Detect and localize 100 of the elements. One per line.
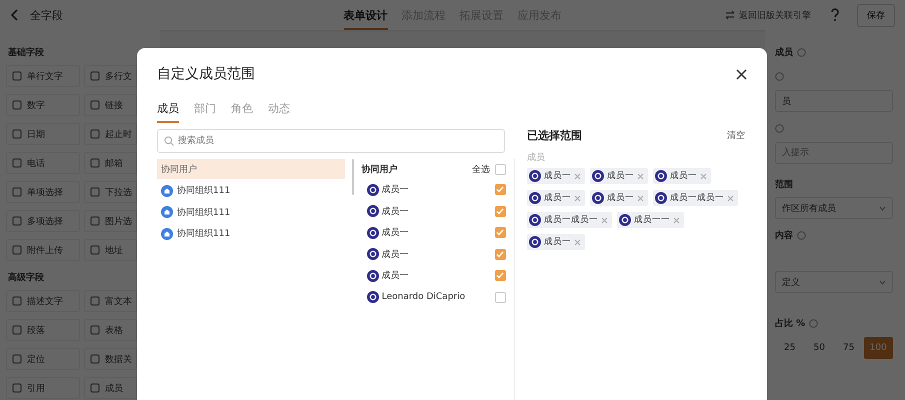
- remove-icon[interactable]: [673, 216, 680, 224]
- field-type-item[interactable]: 邮箱: [84, 152, 137, 174]
- avatar-icon: [529, 214, 541, 226]
- field-type-item[interactable]: 图片选: [84, 210, 137, 232]
- member-tag: 成员一: [590, 190, 648, 206]
- member-tag: 成员一: [653, 168, 711, 184]
- field-icon: [90, 245, 100, 255]
- remove-icon[interactable]: [574, 238, 581, 246]
- caret-icon: [879, 280, 886, 284]
- member-name: 成员一: [382, 226, 409, 240]
- group-item[interactable]: 协同组织111: [157, 180, 345, 200]
- checkbox[interactable]: [494, 292, 506, 303]
- dialog-tab[interactable]: 动态: [268, 99, 290, 123]
- field-type-item[interactable]: 数字: [6, 94, 80, 116]
- field-icon: [90, 71, 100, 81]
- field-type-item[interactable]: 富文本: [84, 290, 137, 312]
- field-icon: [90, 158, 100, 168]
- range-select[interactable]: 作区所有成员: [775, 197, 893, 219]
- field-icon: [90, 383, 100, 393]
- field-type-item[interactable]: 链接: [84, 94, 137, 116]
- avatar-icon: [366, 248, 379, 260]
- info-icon: [809, 318, 818, 328]
- field-icon: [90, 354, 100, 364]
- clear-link[interactable]: 清空: [727, 128, 745, 142]
- field-type-item[interactable]: 多行文: [84, 65, 137, 87]
- select-all-label[interactable]: 全选: [472, 162, 490, 176]
- field-type-item[interactable]: 定位: [6, 348, 80, 370]
- swap-icon: [725, 10, 735, 20]
- field-type-item[interactable]: 描述文字: [6, 290, 80, 312]
- field-type-item[interactable]: 地址: [84, 239, 137, 261]
- dialog-tab[interactable]: 部门: [194, 99, 216, 123]
- scrollbar-thumb[interactable]: [352, 159, 354, 195]
- dialog-tab[interactable]: 成员: [157, 99, 179, 123]
- checkbox[interactable]: [494, 184, 506, 196]
- checkbox[interactable]: [494, 206, 506, 217]
- checkbox[interactable]: [494, 270, 506, 282]
- remove-icon[interactable]: [727, 194, 734, 202]
- remove-icon[interactable]: [637, 172, 644, 180]
- title-field[interactable]: 员: [775, 90, 893, 112]
- checkbox[interactable]: [494, 227, 506, 238]
- organization-icon: [161, 184, 173, 196]
- back-icon: [10, 9, 20, 21]
- close-icon[interactable]: [736, 68, 747, 80]
- field-icon: [12, 383, 22, 393]
- dialog-title: 自定义成员范围: [157, 65, 255, 83]
- remove-icon[interactable]: [700, 172, 707, 180]
- checkbox[interactable]: [494, 164, 506, 174]
- field-type-item[interactable]: 表格: [84, 319, 137, 341]
- member-tag: 成员一: [527, 234, 585, 250]
- search-field[interactable]: 搜索成员: [157, 129, 505, 153]
- ratio-option[interactable]: 75: [834, 337, 864, 359]
- group-item[interactable]: 协同组织111: [157, 202, 345, 222]
- ratio-option[interactable]: 50: [804, 337, 834, 359]
- avatar-icon: [366, 291, 379, 304]
- field-icon: [90, 296, 100, 306]
- avatar-icon: [366, 184, 379, 196]
- avatar-icon: [592, 192, 604, 204]
- field-icon: [12, 245, 22, 255]
- checkbox[interactable]: [494, 248, 506, 260]
- avatar-icon: [529, 192, 541, 204]
- remove-icon[interactable]: [574, 194, 581, 202]
- ratio-option[interactable]: 25: [775, 337, 804, 359]
- field-type-item[interactable]: 单项选择: [6, 181, 80, 203]
- panel-title: 成员: [775, 46, 793, 58]
- avatar-icon: [529, 170, 541, 182]
- field-type-item[interactable]: 单行文字: [6, 65, 80, 87]
- remove-icon[interactable]: [601, 216, 608, 224]
- save-button[interactable]: 保存: [857, 4, 895, 26]
- field-type-item[interactable]: 下拉选: [84, 181, 137, 203]
- dialog-tab[interactable]: 角色: [231, 99, 253, 123]
- avatar-icon: [529, 236, 541, 248]
- field-icon: [12, 354, 22, 364]
- field-label: 范围: [775, 178, 794, 191]
- category-label: 成员: [527, 152, 546, 164]
- field-icon: [12, 296, 22, 306]
- remove-icon[interactable]: [574, 172, 581, 180]
- organization-icon: [161, 206, 173, 218]
- field-type-item[interactable]: 段落: [6, 319, 80, 341]
- field-type-item[interactable]: 数据关: [84, 348, 137, 370]
- section-title: 基础字段: [8, 46, 45, 59]
- field-label: 内容: [775, 229, 793, 242]
- remove-icon[interactable]: [637, 194, 644, 202]
- section-title: 高级字段: [8, 271, 45, 284]
- field-type-item[interactable]: 引用: [6, 377, 80, 399]
- field-type-item[interactable]: 电话: [6, 152, 80, 174]
- field-type-item[interactable]: 成员: [84, 377, 137, 399]
- member-name: 成员一: [382, 270, 409, 282]
- back-label[interactable]: 全字段: [30, 8, 63, 22]
- field-type-item[interactable]: 附件上传: [6, 239, 80, 261]
- field-type-item[interactable]: 起止时: [84, 123, 137, 145]
- group-item[interactable]: 协同用户: [157, 159, 345, 179]
- ratio-option[interactable]: 100: [864, 337, 893, 359]
- content-select[interactable]: 定义: [775, 271, 893, 293]
- field-type-item[interactable]: 多项选择: [6, 210, 80, 232]
- switch-link[interactable]: 返回旧版关联引擎: [739, 8, 811, 22]
- group-item[interactable]: 协同组织111: [157, 224, 345, 244]
- avatar-icon: [619, 214, 631, 226]
- nav-tab[interactable]: 表单设计: [344, 0, 388, 30]
- field-type-item[interactable]: 日期: [6, 123, 80, 145]
- member-name: Leonardo DiCaprio: [382, 292, 466, 302]
